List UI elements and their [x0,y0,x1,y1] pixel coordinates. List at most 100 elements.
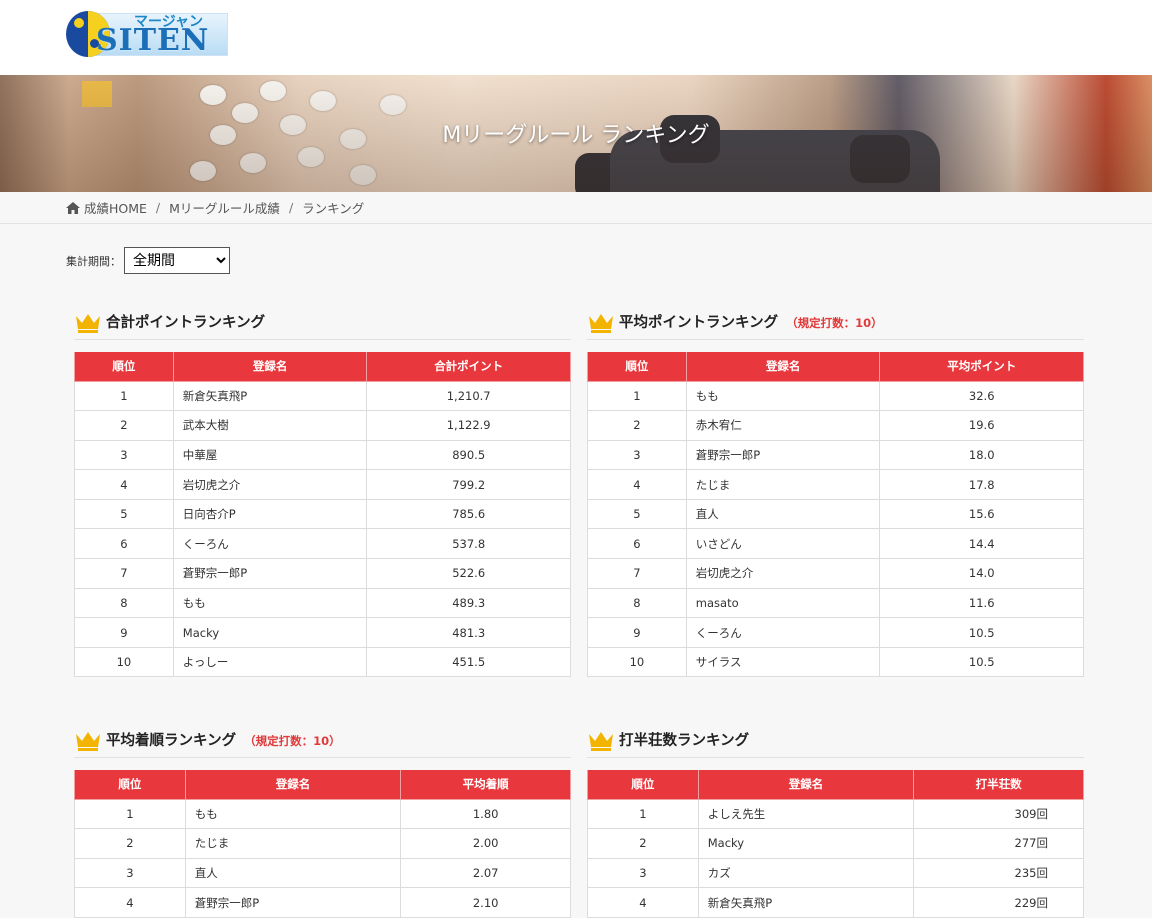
breadcrumb: 成績HOME / Mリーグルール成績 / ランキング [0,192,1152,224]
rank-cell: 7 [587,558,687,589]
table-row: 1 よしえ先生 309回 [587,798,1084,830]
player-name-cell[interactable]: よしえ先生 [697,798,915,830]
rank-cell: 1 [587,798,699,830]
ranking-table: 順位 登録名 平均着順 1 もも 1.80 2 たじま 2.00 3 直人 2.07 4 蒼野宗一郎… [74,770,571,918]
column-header-value: 合計ポイント [366,352,571,382]
section-header: 平均ポイントランキング （規定打数：10） [587,304,1084,340]
player-name-cell[interactable]: よっしー [172,646,368,678]
value-cell: 890.5 [366,439,571,471]
table-row: 7 岩切虎之介 14.0 [587,558,1084,589]
rank-cell: 2 [587,828,699,859]
rank-cell: 2 [74,410,174,441]
player-name-cell[interactable]: 中華屋 [172,439,368,471]
table-row: 6 くーろん 537.8 [74,528,571,560]
table-row: 1 もも 1.80 [74,798,571,830]
minimum-games-note: （規定打数：10） [786,315,883,330]
rank-cell: 3 [74,439,174,471]
value-cell: 10.5 [879,617,1084,648]
value-cell: 309回 [913,798,1084,830]
rank-cell: 3 [587,857,699,889]
crown-icon [589,313,613,333]
site-header: マージャン SITEN [0,0,1152,75]
section-header: 打半荘数ランキング [587,722,1084,758]
page-title: Mリーグルール ランキング [442,123,710,148]
player-name-cell[interactable]: 岩切虎之介 [685,558,881,589]
rank-cell: 4 [74,887,186,918]
value-cell: 785.6 [366,498,571,530]
player-name-cell[interactable]: 蒼野宗一郎P [184,887,402,918]
player-name-cell[interactable]: くーろん [172,528,368,560]
table-row: 5 日向杏介P 785.6 [74,498,571,530]
player-name-cell[interactable]: いさどん [685,528,881,560]
value-cell: 235回 [913,857,1084,889]
ranking-table: 順位 登録名 合計ポイント 1 新倉矢真飛P 1,210.7 2 武本大樹 1,122.9… [74,352,571,678]
player-name-cell[interactable]: サイラス [685,646,881,678]
player-name-cell[interactable]: Macky [697,828,915,859]
section-title: 合計ポイントランキング [106,315,266,331]
rank-cell: 4 [74,469,174,500]
section-title: 打半荘数ランキング [619,733,750,749]
player-name-cell[interactable]: くーろん [685,617,881,648]
value-cell: 1,122.9 [366,410,571,441]
player-name-cell[interactable]: 新倉矢真飛P [697,887,915,918]
crown-icon [76,313,100,333]
player-name-cell[interactable]: masato [685,587,881,619]
rank-cell: 8 [587,587,687,619]
player-name-cell[interactable]: たじま [685,469,881,500]
table-row: 2 武本大樹 1,122.9 [74,410,571,441]
table-row: 5 直人 15.6 [587,498,1084,530]
table-row: 4 岩切虎之介 799.2 [74,469,571,500]
section-title: 平均ポイントランキング [619,315,779,331]
breadcrumb-mleague-results[interactable]: Mリーグルール成績 [169,198,280,217]
player-name-cell[interactable]: Macky [172,617,368,648]
column-header-rank: 順位 [74,770,186,800]
value-cell: 1.80 [400,798,571,830]
column-header-value: 打半荘数 [913,770,1084,800]
table-row: 9 くーろん 10.5 [587,617,1084,648]
player-name-cell[interactable]: たじま [184,828,402,859]
player-name-cell[interactable]: 蒼野宗一郎P [685,439,881,471]
player-name-cell[interactable]: 岩切虎之介 [172,469,368,500]
rank-cell: 4 [587,887,699,918]
period-select[interactable]: 全期間 [124,247,230,274]
player-name-cell[interactable]: 武本大樹 [172,410,368,441]
value-cell: 18.0 [879,439,1084,471]
player-name-cell[interactable]: 直人 [685,498,881,530]
rank-cell: 1 [587,380,687,412]
total-points-ranking: 合計ポイントランキング 順位 登録名 合計ポイント 1 新倉矢真飛P 1,210.7… [74,304,571,678]
rank-cell: 7 [74,558,174,589]
player-name-cell[interactable]: 赤木宥仁 [685,410,881,441]
value-cell: 14.4 [879,528,1084,560]
section-header: 合計ポイントランキング [74,304,571,340]
table-row: 1 もも 32.6 [587,380,1084,412]
table-row: 4 蒼野宗一郎P 2.10 [74,887,571,918]
breadcrumb-current: ランキング [302,201,365,216]
rank-cell: 6 [74,528,174,560]
table-row: 7 蒼野宗一郎P 522.6 [74,558,571,589]
table-row: 2 赤木宥仁 19.6 [587,410,1084,441]
value-cell: 229回 [913,887,1084,918]
player-name-cell[interactable]: 蒼野宗一郎P [172,558,368,589]
player-name-cell[interactable]: 直人 [184,857,402,889]
column-header-rank: 順位 [587,352,687,382]
breadcrumb-home[interactable]: 成績HOME [84,198,147,217]
rank-cell: 6 [587,528,687,560]
column-header-name: 登録名 [697,770,915,800]
table-row: 8 masato 11.6 [587,587,1084,619]
home-icon [66,201,80,214]
value-cell: 522.6 [366,558,571,589]
column-header-name: 登録名 [184,770,402,800]
player-name-cell[interactable]: もも [184,798,402,830]
section-header: 平均着順ランキング （規定打数：10） [74,722,571,758]
site-logo[interactable]: マージャン SITEN [66,11,228,57]
value-cell: 15.6 [879,498,1084,530]
average-points-ranking: 平均ポイントランキング （規定打数：10） 順位 登録名 平均ポイント 1 もも 3… [587,304,1084,678]
player-name-cell[interactable]: 新倉矢真飛P [172,380,368,412]
player-name-cell[interactable]: もも [685,380,881,412]
player-name-cell[interactable]: もも [172,587,368,619]
minimum-games-note: （規定打数：10） [244,733,341,748]
player-name-cell[interactable]: カズ [697,857,915,889]
rank-cell: 9 [587,617,687,648]
rank-cell: 3 [74,857,186,889]
player-name-cell[interactable]: 日向杏介P [172,498,368,530]
